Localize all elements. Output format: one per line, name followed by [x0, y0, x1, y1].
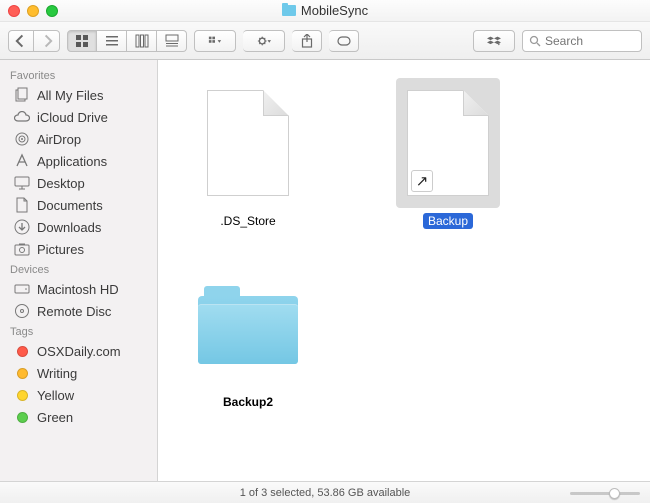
desktop-icon	[14, 175, 30, 191]
file-label: Backup2	[218, 394, 278, 410]
file-item-backup2[interactable]: Backup2	[178, 259, 318, 410]
documents-icon	[14, 197, 30, 213]
sidebar-tag-writing[interactable]: Writing	[0, 362, 157, 384]
status-text: 1 of 3 selected, 53.86 GB available	[240, 487, 411, 499]
airdrop-icon	[14, 131, 30, 147]
all-my-files-icon	[14, 87, 30, 103]
file-item-ds-store[interactable]: .DS_Store	[178, 78, 318, 229]
nav-buttons	[8, 30, 60, 52]
close-window-button[interactable]	[8, 5, 20, 17]
search-field[interactable]	[522, 30, 642, 52]
window-title: MobileSync	[301, 3, 368, 18]
sidebar-item-icloud-drive[interactable]: iCloud Drive	[0, 106, 157, 128]
window-controls	[8, 5, 58, 17]
icon-view-button[interactable]	[67, 30, 97, 52]
minimize-window-button[interactable]	[27, 5, 39, 17]
sidebar-item-label: Applications	[37, 154, 107, 169]
tag-dot-icon	[14, 365, 30, 381]
sidebar-item-label: Green	[37, 410, 73, 425]
sidebar-item-label: Documents	[37, 198, 103, 213]
sidebar-item-downloads[interactable]: Downloads	[0, 216, 157, 238]
sidebar-tag-green[interactable]: Green	[0, 406, 157, 428]
sidebar-item-label: Desktop	[37, 176, 85, 191]
sidebar-item-label: OSXDaily.com	[37, 344, 121, 359]
sidebar-tag-osxdaily[interactable]: OSXDaily.com	[0, 340, 157, 362]
search-input[interactable]	[545, 34, 615, 48]
tags-button[interactable]	[329, 30, 359, 52]
coverflow-view-button[interactable]	[157, 30, 187, 52]
sidebar-item-label: Macintosh HD	[37, 282, 119, 297]
file-label: Backup	[423, 213, 473, 229]
dropbox-button[interactable]	[473, 30, 515, 52]
downloads-icon	[14, 219, 30, 235]
sidebar-header-favorites: Favorites	[0, 66, 157, 84]
arrange-button[interactable]	[194, 30, 236, 52]
folder-icon	[196, 259, 300, 389]
file-browser[interactable]: .DS_Store ↗ Backup Back	[158, 60, 650, 481]
sidebar-item-label: Downloads	[37, 220, 101, 235]
document-icon	[196, 78, 300, 208]
folder-icon	[282, 5, 296, 16]
sidebar-header-tags: Tags	[0, 322, 157, 340]
sidebar-item-label: Yellow	[37, 388, 74, 403]
document-alias-icon: ↗	[396, 78, 500, 208]
sidebar-item-label: Pictures	[37, 242, 84, 257]
column-view-button[interactable]	[127, 30, 157, 52]
list-view-button[interactable]	[97, 30, 127, 52]
titlebar: MobileSync	[0, 0, 650, 22]
sidebar-item-documents[interactable]: Documents	[0, 194, 157, 216]
sidebar-item-macintosh-hd[interactable]: Macintosh HD	[0, 278, 157, 300]
view-switcher	[67, 30, 187, 52]
sidebar-item-applications[interactable]: Applications	[0, 150, 157, 172]
icon-size-slider[interactable]	[570, 488, 640, 498]
sidebar-item-label: iCloud Drive	[37, 110, 108, 125]
tag-dot-icon	[14, 409, 30, 425]
toolbar	[0, 22, 650, 60]
tag-dot-icon	[14, 387, 30, 403]
back-button[interactable]	[8, 30, 34, 52]
forward-button[interactable]	[34, 30, 60, 52]
sidebar-item-pictures[interactable]: Pictures	[0, 238, 157, 260]
tag-dot-icon	[14, 343, 30, 359]
alias-badge-icon: ↗	[411, 170, 433, 192]
sidebar-header-devices: Devices	[0, 260, 157, 278]
zoom-window-button[interactable]	[46, 5, 58, 17]
sidebar-item-desktop[interactable]: Desktop	[0, 172, 157, 194]
sidebar-item-label: Writing	[37, 366, 77, 381]
search-icon	[529, 35, 541, 47]
sidebar-tag-yellow[interactable]: Yellow	[0, 384, 157, 406]
file-label: .DS_Store	[215, 213, 280, 229]
pictures-icon	[14, 241, 30, 257]
file-item-backup[interactable]: ↗ Backup	[378, 78, 518, 229]
applications-icon	[14, 153, 30, 169]
sidebar-item-remote-disc[interactable]: Remote Disc	[0, 300, 157, 322]
hdd-icon	[14, 281, 30, 297]
sidebar-item-label: All My Files	[37, 88, 103, 103]
sidebar-item-all-my-files[interactable]: All My Files	[0, 84, 157, 106]
sidebar-item-airdrop[interactable]: AirDrop	[0, 128, 157, 150]
status-bar: 1 of 3 selected, 53.86 GB available	[0, 481, 650, 503]
action-button[interactable]	[243, 30, 285, 52]
remote-disc-icon	[14, 303, 30, 319]
icloud-drive-icon	[14, 109, 30, 125]
sidebar: Favorites All My Files iCloud Drive AirD…	[0, 60, 158, 481]
share-button[interactable]	[292, 30, 322, 52]
sidebar-item-label: AirDrop	[37, 132, 81, 147]
sidebar-item-label: Remote Disc	[37, 304, 111, 319]
